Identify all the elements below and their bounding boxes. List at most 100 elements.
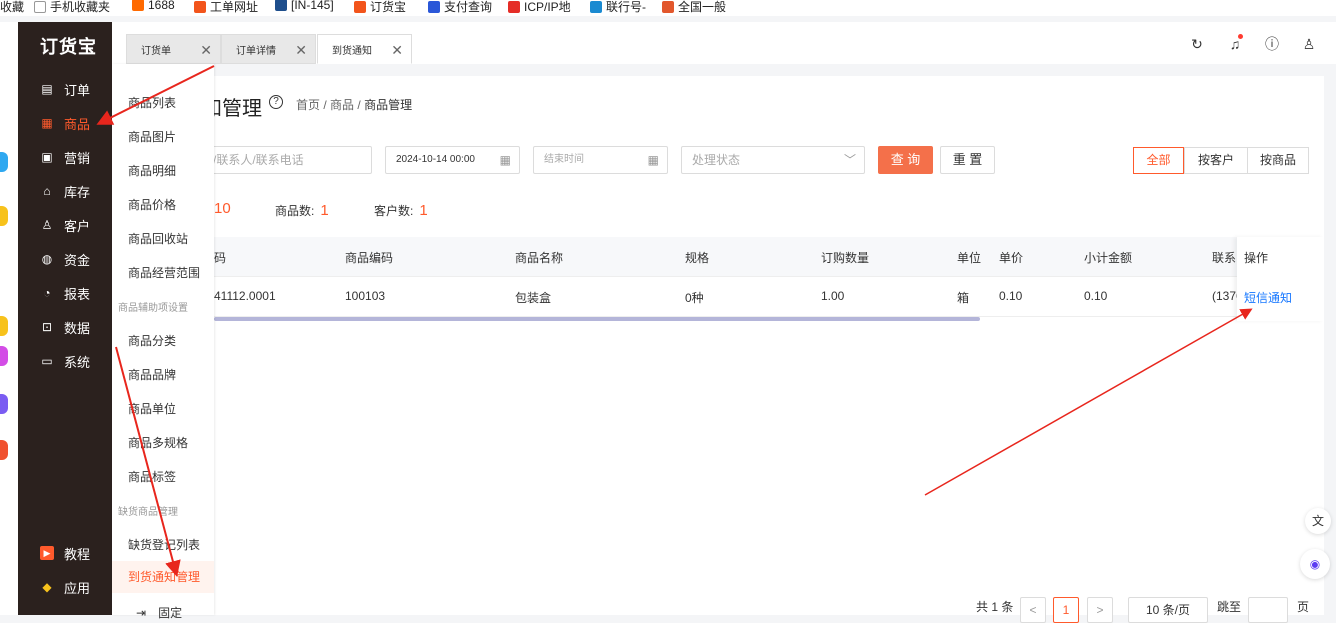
sms-notify-link[interactable]: 短信通知 (1244, 289, 1292, 306)
help-icon[interactable]: ⓘ (1262, 34, 1282, 54)
close-icon[interactable]: ✕ (200, 42, 212, 59)
submenu-item-goods-images[interactable]: 商品图片 (128, 128, 176, 145)
bookmark[interactable]: 工单网址 (194, 0, 258, 15)
calendar-icon: ▦ (647, 153, 659, 167)
assistant-icon[interactable]: ◉ (1300, 549, 1330, 579)
help-circle-icon[interactable]: ? (269, 95, 283, 109)
stat-customers: 客户数: 1 (374, 202, 428, 219)
submenu-item-arrival-notice[interactable]: 到货通知管理 (112, 561, 214, 593)
submenu-item-category[interactable]: 商品分类 (128, 332, 176, 349)
prev-page-button[interactable]: < (1020, 597, 1046, 623)
submenu-item-goods-list[interactable]: 商品列表 (128, 94, 176, 111)
tab-label: 订货单 (141, 45, 171, 57)
bookmark[interactable]: 手机收藏夹 (34, 0, 110, 15)
sidebar-item-app[interactable]: ◆ 应用 (18, 572, 112, 602)
segment-by-customer[interactable]: 按客户 (1184, 147, 1248, 174)
breadcrumb-home[interactable]: 首页 (296, 98, 320, 112)
translate-icon[interactable]: 文 (1305, 508, 1331, 534)
end-date-input[interactable]: 结束时间 ▦ (533, 146, 668, 174)
start-date-input[interactable]: 2024-10-14 00:00 ▦ (385, 146, 520, 174)
submenu-item-shortage-list[interactable]: 缺货登记列表 (128, 536, 200, 553)
sidebar-item-customer[interactable]: ♙ 客户 (18, 210, 112, 240)
sidebar-item-report[interactable]: ◔ 报表 (18, 278, 112, 308)
cell-goods-name: 包装盒 (515, 291, 552, 305)
submenu-item-brand[interactable]: 商品品牌 (128, 366, 176, 383)
segment-all[interactable]: 全部 (1133, 147, 1184, 174)
bookmark[interactable]: 支付查询 (428, 0, 492, 15)
site-icon (662, 0, 674, 13)
submenu-item-tags[interactable]: 商品标签 (128, 468, 176, 485)
pin-menu[interactable]: ⇥ 固定 (136, 604, 182, 621)
extension-icon[interactable] (0, 346, 8, 366)
extension-icon[interactable] (0, 316, 8, 336)
column-header: 规格 (685, 251, 710, 265)
tab-order[interactable]: 订货单 ✕ (126, 34, 221, 64)
query-button[interactable]: 查 询 (878, 146, 933, 174)
sidebar-item-label: 应用 (64, 580, 91, 596)
action-column: 操作 短信通知 (1237, 237, 1324, 321)
pagination-total: 共 1 条 (976, 600, 1014, 614)
column-header: 单位 (957, 251, 982, 265)
sidebar-item-marketing[interactable]: ▣ 营销 (18, 142, 112, 172)
submenu-item-recycle-bin[interactable]: 商品回收站 (128, 230, 188, 247)
start-date-value: 2024-10-14 00:00 (396, 154, 475, 165)
sidebar-item-order[interactable]: ▤ 订单 (18, 74, 112, 104)
extension-icon[interactable] (0, 152, 8, 172)
breadcrumb-current: 商品管理 (364, 98, 413, 112)
horizontal-scrollbar[interactable] (214, 317, 980, 321)
goods-icon: ▦ (41, 116, 53, 130)
bookmark[interactable]: 1688 (132, 0, 175, 12)
tabs-bar: 订货单 ✕ 订单详情 ✕ 到货通知 ✕ ↻ ♫ ⓘ ♙ (112, 22, 1336, 64)
report-icon: ◔ (43, 286, 51, 300)
status-select[interactable]: 处理状态 ﹀ (681, 146, 865, 174)
sidebar-item-label: 系统 (64, 354, 91, 370)
submenu-group-title: 商品辅助项设置 (118, 303, 188, 314)
bookmark[interactable]: 联行号- (590, 0, 646, 15)
reset-button[interactable]: 重 置 (940, 146, 995, 174)
end-date-placeholder: 结束时间 (544, 154, 584, 165)
extension-icon[interactable] (0, 394, 8, 414)
page-1-button[interactable]: 1 (1053, 597, 1079, 623)
refresh-icon[interactable]: ↻ (1187, 34, 1207, 54)
tab-order-detail[interactable]: 订单详情 ✕ (221, 34, 316, 64)
sidebar-item-system[interactable]: ▭ 系统 (18, 346, 112, 376)
close-icon[interactable]: ✕ (391, 42, 403, 59)
bookmark[interactable]: [IN-145] (275, 0, 334, 12)
segment-by-goods[interactable]: 按商品 (1247, 147, 1309, 174)
submenu-item-goods-detail[interactable]: 商品明细 (128, 162, 176, 179)
tab-arrival-notice[interactable]: 到货通知 ✕ (317, 34, 412, 64)
bookmark[interactable]: 全国一般 (662, 0, 726, 15)
submenu-item-business-scope[interactable]: 商品经营范围 (128, 264, 200, 281)
customer-icon: ♙ (41, 218, 53, 232)
goto-input[interactable] (1248, 597, 1288, 623)
extension-icon[interactable] (0, 440, 8, 460)
sidebar-item-label: 营销 (64, 150, 91, 166)
bookmark[interactable]: ICP/IP地 (508, 0, 571, 15)
submenu-item-multi-spec[interactable]: 商品多规格 (128, 434, 188, 451)
sidebar-item-stock[interactable]: ⌂ 库存 (18, 176, 112, 206)
next-page-button[interactable]: > (1087, 597, 1113, 623)
breadcrumb-goods[interactable]: 商品 (330, 98, 354, 112)
site-icon (590, 0, 602, 13)
goods-submenu: 商品列表 商品图片 商品明细 商品价格 商品回收站 商品经营范围 商品辅助项设置… (112, 64, 214, 620)
extension-icon[interactable] (0, 206, 8, 226)
notification-dot (1238, 34, 1243, 39)
sidebar-item-tutorial[interactable]: ▶ 教程 (18, 538, 112, 568)
bookmark[interactable]: 订货宝 (354, 0, 406, 15)
sidebar-item-label: 数据 (64, 320, 91, 336)
close-icon[interactable]: ✕ (295, 42, 307, 59)
cell-subtotal: 0.10 (1084, 289, 1108, 303)
bookmark-label: 手机收藏夹 (50, 0, 111, 14)
pin-label: 固定 (158, 606, 183, 620)
bell-icon[interactable]: ♫ (1225, 34, 1245, 54)
user-icon[interactable]: ♙ (1299, 34, 1319, 54)
page-size-select[interactable]: 10 条/页 (1128, 597, 1208, 623)
bookmark[interactable]: 收藏 (0, 0, 24, 15)
1688-icon (132, 0, 144, 11)
sidebar-item-money[interactable]: ◍ 资金 (18, 244, 112, 274)
submenu-item-unit[interactable]: 商品单位 (128, 400, 176, 417)
keyword-input[interactable]: /联系人/联系电话 (202, 146, 372, 174)
sidebar-item-data[interactable]: ⊡ 数据 (18, 312, 112, 342)
sidebar-item-goods[interactable]: ▦ 商品 (18, 108, 112, 138)
submenu-item-goods-price[interactable]: 商品价格 (128, 196, 176, 213)
